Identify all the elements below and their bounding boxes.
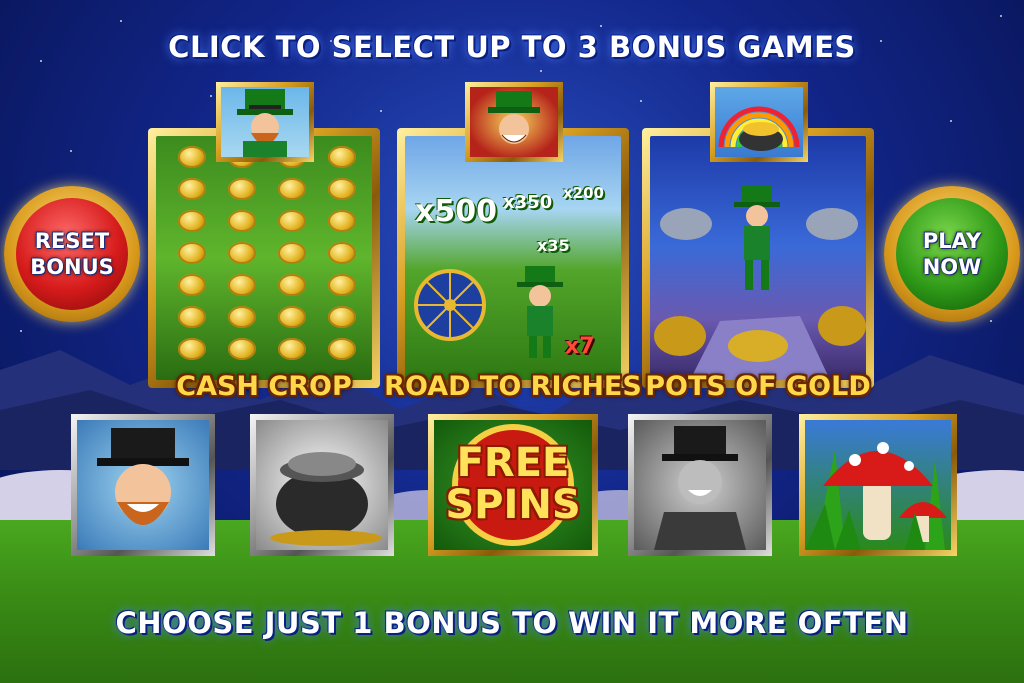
bonus-name-pots-of-gold: POTS OF GOLD <box>645 371 871 402</box>
symbol-pot-of-gold <box>250 414 394 556</box>
gold-coin-icon <box>178 274 206 296</box>
gold-coin-icon <box>328 178 356 200</box>
symbol-free-spins: FREE SPINS <box>428 414 598 556</box>
gold-coin-icon <box>178 338 206 360</box>
gold-coin-icon <box>278 210 306 232</box>
rainbow-pot-icon <box>710 82 808 162</box>
road-to-riches-scene: x500 x350 x200 x35 x7 <box>405 136 621 380</box>
bonus-card-road-to-riches[interactable]: x500 x350 x200 x35 x7 ROAD TO RICHES <box>384 82 642 402</box>
silver-pot-icon <box>806 208 858 240</box>
leprechaun-icon <box>734 186 780 290</box>
cash-crop-scene <box>156 136 372 380</box>
bonus-name-road-to-riches: ROAD TO RICHES <box>384 371 642 402</box>
gold-coin-icon <box>178 242 206 264</box>
gold-coin-icon <box>228 178 256 200</box>
prize-wheel-icon <box>414 269 486 341</box>
gold-pot-icon <box>654 316 706 356</box>
gold-coin-icon <box>328 146 356 168</box>
gold-coin-icon <box>228 242 256 264</box>
bonus-card-pots-of-gold[interactable]: POTS OF GOLD <box>642 82 874 402</box>
gold-pot-icon <box>818 306 866 346</box>
gold-coin-icon <box>178 210 206 232</box>
gold-coin-icon <box>278 338 306 360</box>
symbol-mushroom <box>799 414 957 556</box>
gold-coin-icon <box>328 210 356 232</box>
multiplier-label: x35 <box>537 236 570 255</box>
reset-label-line2: BONUS <box>30 255 114 279</box>
play-label-line2: NOW <box>922 255 982 279</box>
bonus-card-cash-crop[interactable]: CASH CROP <box>148 82 380 402</box>
gold-coin-icon <box>178 306 206 328</box>
silver-pot-icon <box>660 208 712 240</box>
play-now-button[interactable]: PLAY NOW <box>884 186 1020 322</box>
leprechaun-face-icon <box>465 82 563 162</box>
play-label-line1: PLAY <box>922 228 982 253</box>
pot-of-gold-icon <box>270 452 382 546</box>
free-spins-line2: SPINS <box>445 482 581 528</box>
gold-coin-icon <box>228 338 256 360</box>
reset-label-line1: RESET <box>34 228 110 253</box>
free-spins-line1: FREE <box>456 440 570 486</box>
leprechaun-grey-icon <box>654 426 746 550</box>
leprechaun-icon <box>216 82 314 162</box>
gold-coin-icon <box>228 274 256 296</box>
gold-coin-icon <box>178 146 206 168</box>
gold-coin-icon <box>178 178 206 200</box>
instruction-banner: CLICK TO SELECT UP TO 3 BONUS GAMES <box>168 30 856 64</box>
gold-coin-icon <box>278 242 306 264</box>
multiplier-label: x200 <box>563 184 604 202</box>
mushroom-icon <box>805 442 947 550</box>
bonus-name-cash-crop: CASH CROP <box>176 371 352 402</box>
gold-coin-icon <box>228 306 256 328</box>
gold-pot-icon <box>728 330 788 362</box>
gold-coin-icon <box>328 242 356 264</box>
symbol-leprechaun <box>71 414 215 556</box>
multiplier-label: x350 <box>503 192 553 213</box>
tip-banner: CHOOSE JUST 1 BONUS TO WIN IT MORE OFTEN <box>115 606 909 640</box>
multiplier-label: x500 <box>415 194 497 229</box>
gold-coin-icon <box>328 338 356 360</box>
gold-coin-icon <box>328 274 356 296</box>
gold-coin-icon <box>278 306 306 328</box>
symbol-leprechaun-grey <box>628 414 772 556</box>
leprechaun-icon <box>517 266 563 358</box>
gold-coin-icon <box>228 210 256 232</box>
leprechaun-icon <box>97 428 189 525</box>
reset-bonus-button[interactable]: RESET BONUS <box>4 186 140 322</box>
pots-of-gold-scene <box>650 136 866 380</box>
gold-coin-icon <box>278 274 306 296</box>
gold-coin-icon <box>278 178 306 200</box>
gold-coin-icon <box>328 306 356 328</box>
